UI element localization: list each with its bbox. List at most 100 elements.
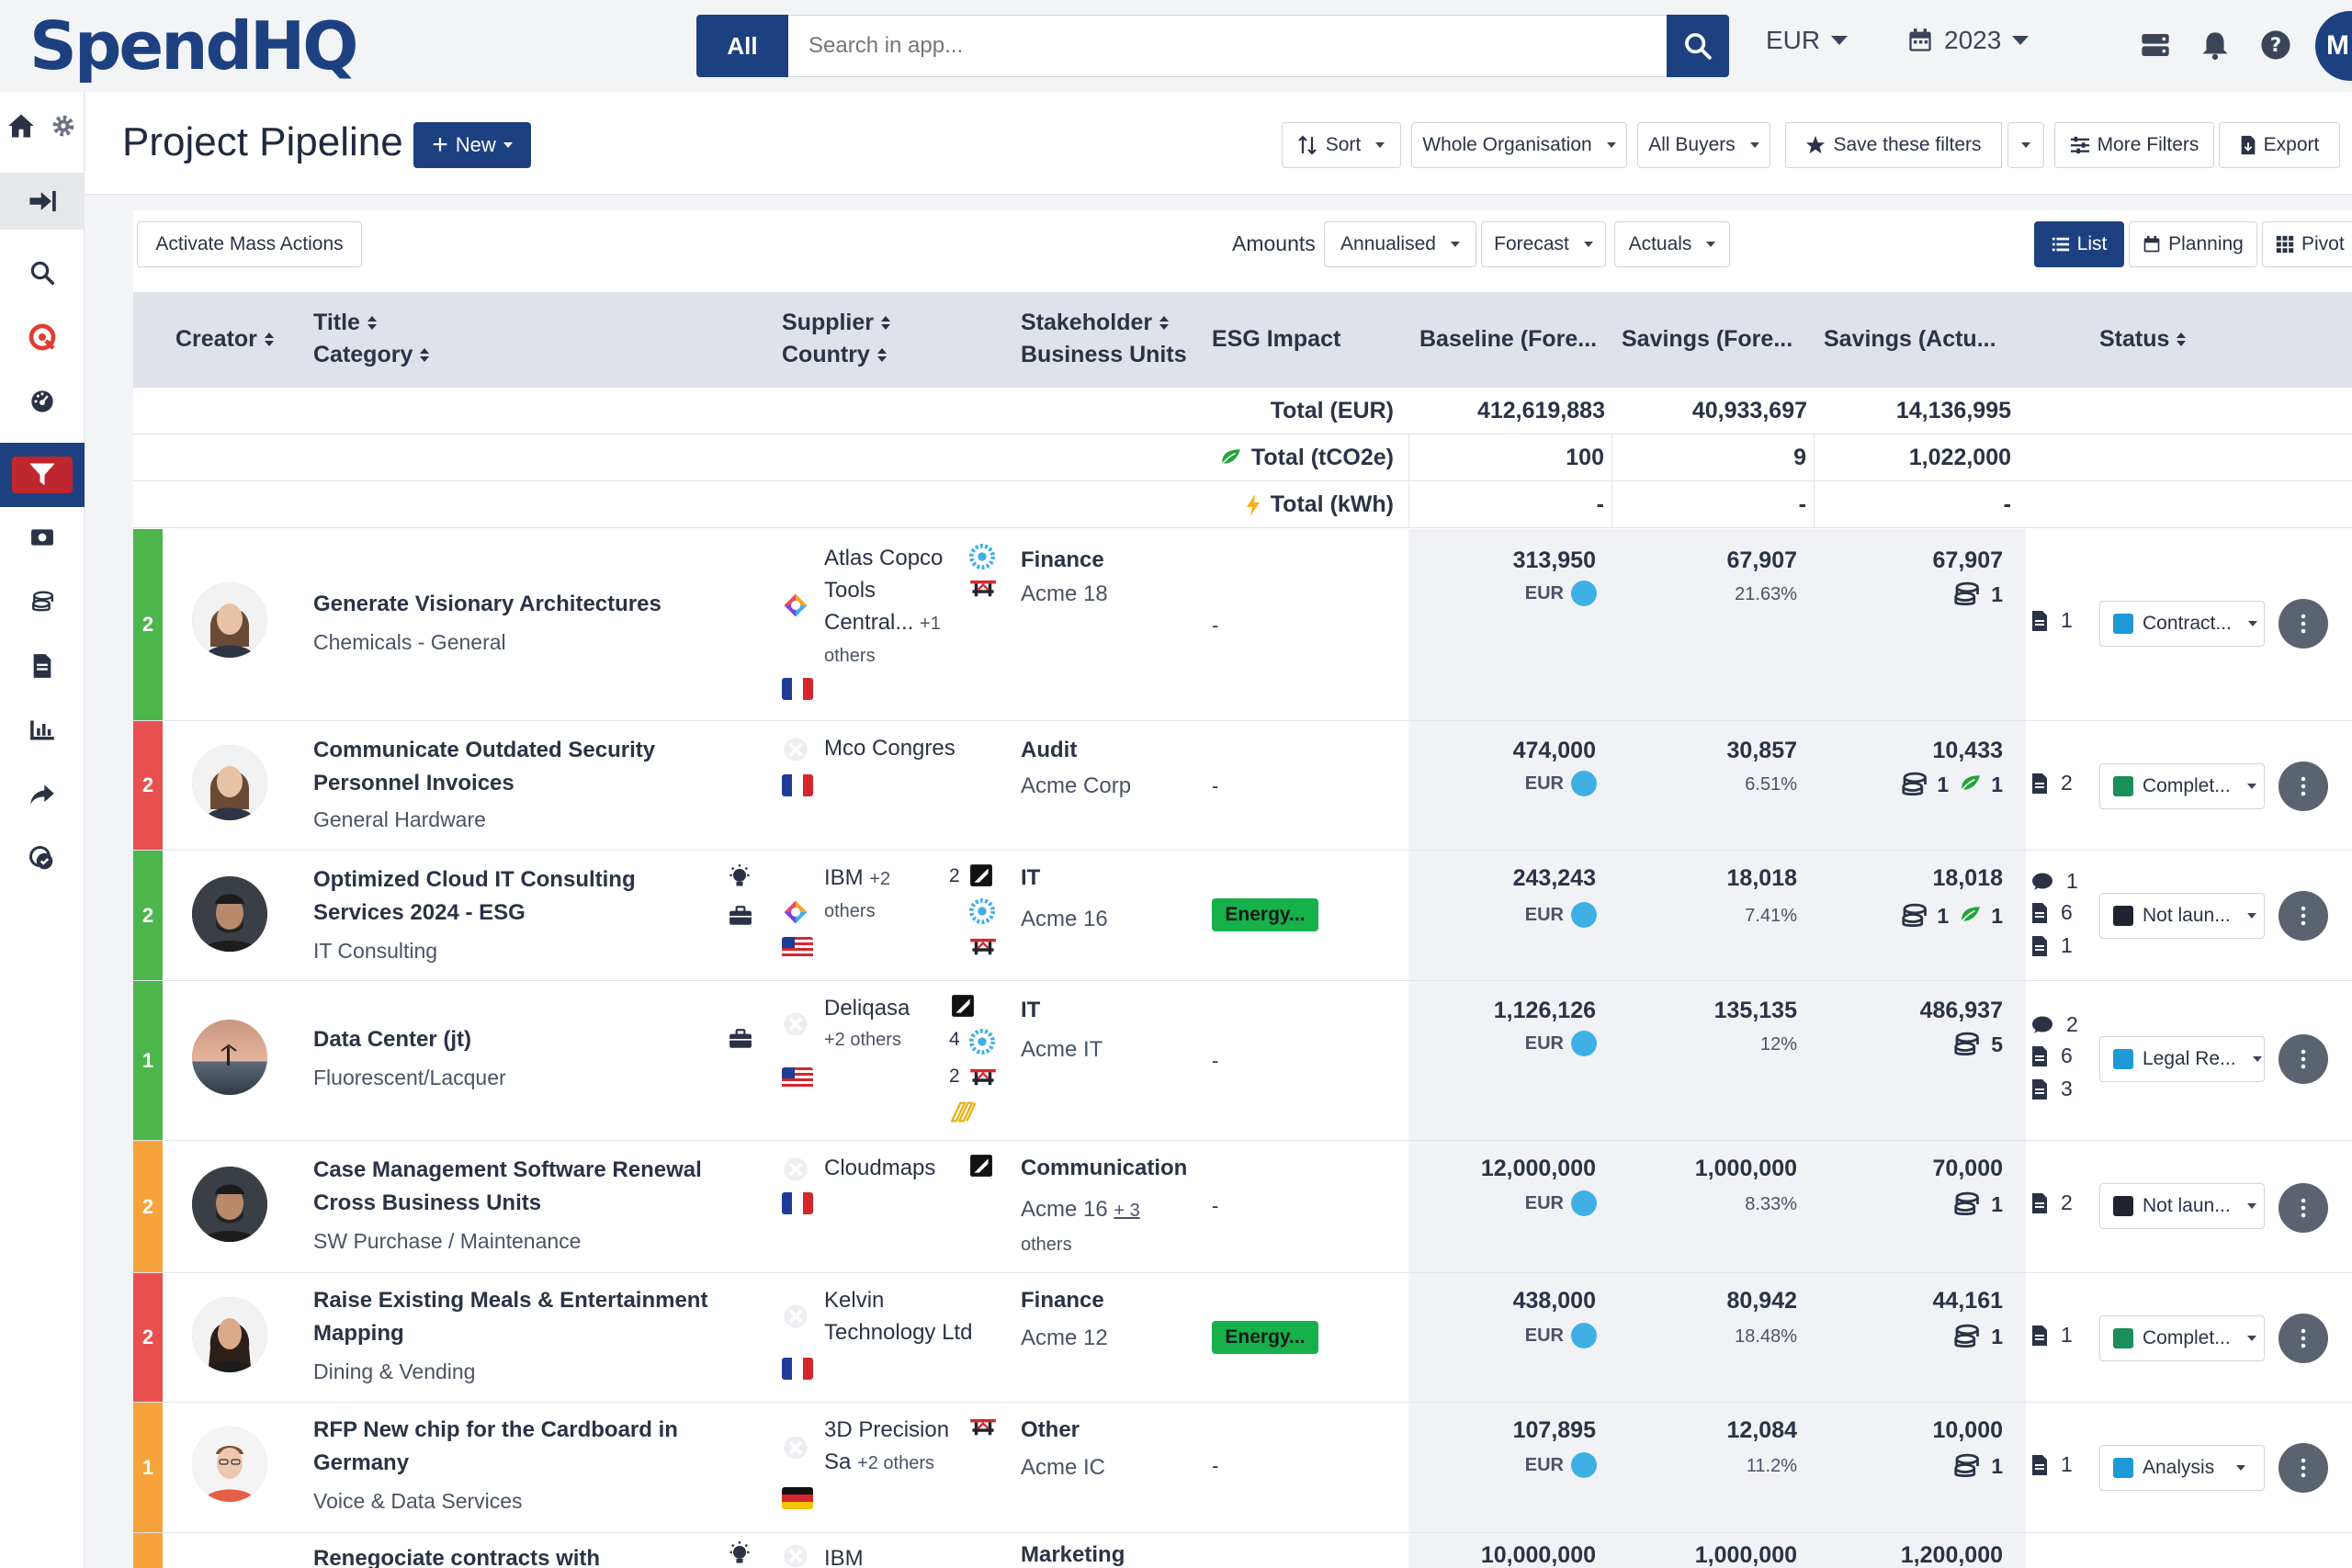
project-title[interactable]: RFP New chip for the Cardboard in Germany	[313, 1414, 754, 1480]
sidebar-search[interactable]	[0, 244, 85, 301]
col-supplier[interactable]: Supplier	[782, 307, 891, 339]
supplier-name[interactable]: Deliqasa +2 others	[824, 992, 962, 1056]
search-button[interactable]	[1667, 15, 1729, 77]
forecast-dropdown[interactable]: Forecast	[1481, 221, 1606, 267]
table-row[interactable]: 2 Case Management Software Renewal Cross …	[133, 1141, 2352, 1273]
project-title[interactable]: Generate Visionary Architectures	[313, 588, 745, 621]
table-row[interactable]: 2 Generate Visionary Architectures Chemi…	[133, 529, 2352, 721]
col-savings-actuals[interactable]: Savings (Actu...	[1824, 323, 1996, 355]
col-title[interactable]: Title	[313, 307, 377, 339]
table-row[interactable]: 2 Raise Existing Meals & Entertainment Ma…	[133, 1273, 2352, 1403]
esg-energy-badge[interactable]: Energy...	[1212, 1321, 1318, 1354]
new-button[interactable]: + New	[413, 122, 531, 168]
view-pivot-tab[interactable]: Pivot	[2262, 221, 2352, 267]
row-actions-button[interactable]	[2278, 599, 2328, 649]
more-filters-button[interactable]: More Filters	[2054, 122, 2214, 168]
status-dropdown[interactable]: Not laun...	[2099, 893, 2265, 939]
project-title[interactable]: Raise Existing Meals & Entertainment Mapp…	[313, 1284, 754, 1350]
supplier-name[interactable]: IBM +2 others	[824, 862, 962, 928]
save-filters-dropdown[interactable]	[2007, 122, 2044, 168]
status-dropdown[interactable]: Legal Re...	[2099, 1036, 2265, 1082]
sidebar-reports[interactable]	[0, 702, 85, 759]
table-row[interactable]: 2 Communicate Outdated Security Personnel…	[133, 721, 2352, 851]
comments-count[interactable]: 2	[2031, 1012, 2078, 1037]
supplier-name[interactable]: Mco Congres	[824, 732, 1008, 764]
mass-actions-button[interactable]: Activate Mass Actions	[137, 221, 362, 267]
creator-avatar[interactable]	[192, 1020, 267, 1095]
creator-avatar[interactable]	[192, 1167, 267, 1242]
actuals-dropdown[interactable]: Actuals	[1614, 221, 1730, 267]
buyers-filter[interactable]: All Buyers	[1637, 122, 1770, 168]
project-title[interactable]: Data Center (jt)	[313, 1023, 745, 1056]
documents-count[interactable]: 1	[2031, 1452, 2073, 1477]
currency-selector[interactable]: EUR	[1766, 26, 1849, 55]
status-dropdown[interactable]: Complet...	[2099, 1315, 2265, 1361]
row-actions-button[interactable]	[2278, 891, 2328, 941]
col-baseline[interactable]: Baseline (Fore...	[1419, 323, 1597, 355]
col-creator[interactable]: Creator	[175, 323, 274, 355]
view-planning-tab[interactable]: Planning	[2129, 221, 2257, 267]
status-dropdown[interactable]: Not laun...	[2099, 1183, 2265, 1229]
sidebar-project-pipeline[interactable]	[0, 443, 85, 507]
sidebar-spendhq[interactable]	[0, 309, 85, 366]
search-scope-button[interactable]: All	[696, 15, 788, 77]
sidebar-collapse[interactable]	[0, 173, 85, 230]
row-actions-button[interactable]	[2278, 761, 2328, 811]
bell-icon[interactable]	[2201, 29, 2229, 65]
sidebar-documents[interactable]	[0, 637, 85, 694]
esg-energy-badge[interactable]: Energy...	[1212, 898, 1318, 931]
sidebar-money[interactable]	[0, 509, 85, 566]
row-actions-button[interactable]	[2278, 1034, 2328, 1084]
year-selector[interactable]: 2023	[1907, 26, 2030, 55]
files-count[interactable]: 3	[2031, 1077, 2073, 1101]
col-stakeholder[interactable]: Stakeholder	[1021, 307, 1170, 339]
sidebar-home[interactable]	[0, 97, 42, 154]
documents-count[interactable]: 6	[2031, 1043, 2073, 1068]
col-savings-forecast[interactable]: Savings (Fore...	[1622, 323, 1792, 355]
creator-avatar[interactable]	[192, 582, 267, 658]
export-button[interactable]: Export	[2219, 122, 2340, 168]
project-title[interactable]: Renegociate contracts with	[313, 1542, 745, 1568]
documents-count[interactable]: 1	[2031, 1323, 2073, 1348]
row-actions-button[interactable]	[2278, 1314, 2328, 1363]
status-dropdown[interactable]: Contract...	[2099, 601, 2265, 647]
supplier-name[interactable]: Cloudmaps	[824, 1152, 962, 1184]
creator-avatar[interactable]	[192, 1427, 267, 1502]
save-filters-button[interactable]: Save these filters	[1785, 122, 2002, 168]
comments-count[interactable]: 1	[2031, 869, 2078, 894]
sidebar-share[interactable]	[0, 766, 85, 823]
creator-avatar[interactable]	[192, 1297, 267, 1372]
documents-count[interactable]: 2	[2031, 1190, 2073, 1215]
supplier-name[interactable]: IBM	[824, 1542, 962, 1568]
annualised-dropdown[interactable]: Annualised	[1324, 221, 1476, 267]
row-actions-button[interactable]	[2278, 1183, 2328, 1233]
project-title[interactable]: Communicate Outdated Security Personnel I…	[313, 734, 745, 800]
spendhq-logo[interactable]: SpendHQ	[29, 4, 358, 88]
documents-count[interactable]: 6	[2031, 900, 2073, 925]
sidebar-dashboard[interactable]	[0, 373, 85, 430]
sort-button[interactable]: Sort	[1282, 122, 1401, 168]
help-icon[interactable]: ?	[2260, 29, 2291, 65]
status-dropdown[interactable]: Analysis	[2099, 1445, 2265, 1491]
project-title[interactable]: Optimized Cloud IT Consulting Services 20…	[313, 863, 745, 930]
supplier-name[interactable]: Atlas Copco Tools Central... +1 others	[824, 542, 962, 672]
col-country[interactable]: Country	[782, 339, 887, 371]
col-category[interactable]: Category	[313, 339, 430, 371]
sidebar-database[interactable]	[0, 573, 85, 630]
col-status[interactable]: Status	[2099, 323, 2187, 355]
view-list-tab[interactable]: List	[2034, 221, 2124, 267]
table-row[interactable]: 2 Optimized Cloud IT Consulting Services …	[133, 851, 2352, 981]
documents-count[interactable]: 2	[2031, 771, 2073, 795]
table-row[interactable]: 1 Data Center (jt) Fluorescent/Lacquer D…	[133, 981, 2352, 1141]
sidebar-settings[interactable]	[42, 97, 85, 154]
files-count[interactable]: 1	[2031, 933, 2073, 958]
user-avatar[interactable]: M	[2315, 11, 2352, 81]
project-title[interactable]: Case Management Software Renewal Cross Bu…	[313, 1154, 754, 1220]
organisation-filter[interactable]: Whole Organisation	[1411, 122, 1627, 168]
status-dropdown[interactable]: Complet...	[2099, 763, 2265, 809]
supplier-name[interactable]: Kelvin Technology Ltd	[824, 1284, 999, 1348]
sidebar-tags[interactable]	[0, 830, 85, 887]
row-actions-button[interactable]	[2278, 1443, 2328, 1493]
documents-count[interactable]: 1	[2031, 608, 2073, 633]
table-row[interactable]: 1 RFP New chip for the Cardboard in Germa…	[133, 1403, 2352, 1533]
